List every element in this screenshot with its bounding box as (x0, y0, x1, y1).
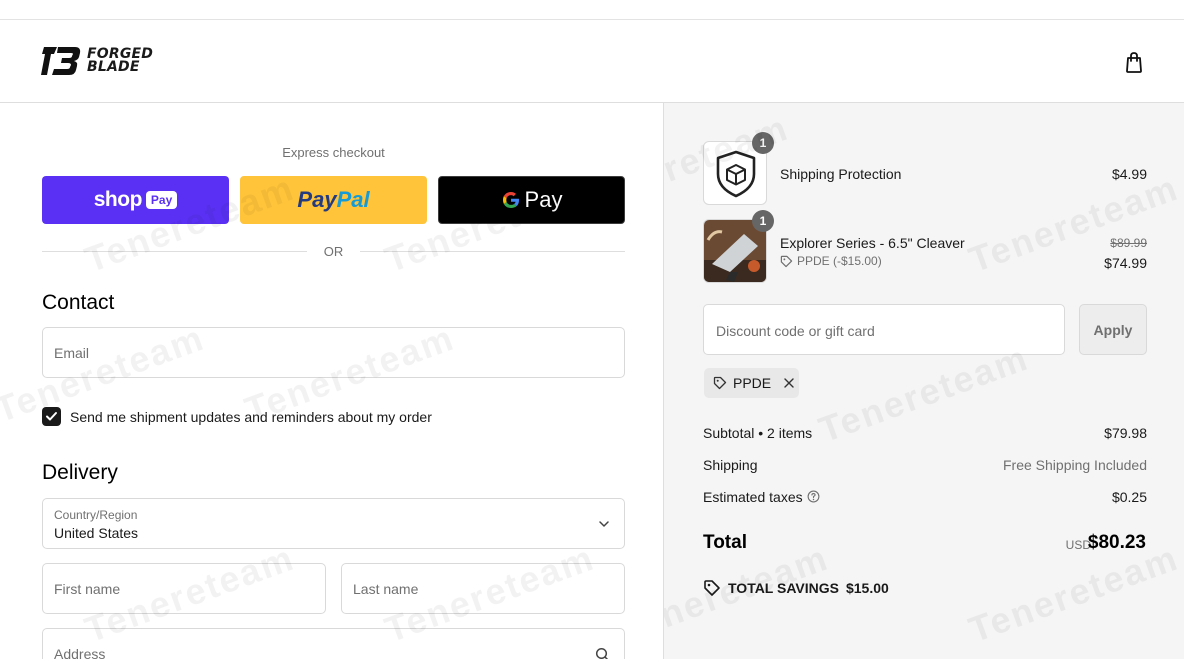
quantity-badge: 1 (752, 132, 774, 154)
or-text: OR (323, 244, 344, 259)
google-pay-label: Pay (524, 187, 563, 212)
last-name-field[interactable]: Last name (341, 563, 625, 614)
paypal-button[interactable]: PayPal (240, 176, 427, 224)
checkout-form: Express checkout shop Pay PayPal Pay OR … (0, 103, 663, 659)
brand-wordmark: FORGED BLADE (87, 47, 153, 75)
email-field[interactable]: Email (42, 327, 625, 378)
shopping-bag-icon[interactable] (1123, 50, 1145, 74)
applied-discount-code: PPDE (733, 375, 772, 391)
last-name-placeholder: Last name (353, 581, 419, 597)
marketing-checkbox-label: Send me shipment updates and reminders a… (70, 409, 432, 425)
item-name: Shipping Protection (780, 166, 902, 182)
subtotal-value: $79.98 (1104, 425, 1147, 441)
applied-discount-chip: PPDE (704, 368, 799, 398)
country-label: Country/Region (54, 508, 138, 522)
chevron-down-icon (599, 521, 609, 527)
item-discount-text: PPDE (-$15.00) (797, 254, 882, 268)
subtotal-label: Subtotal • 2 items (703, 425, 813, 441)
google-pay-button[interactable]: Pay (438, 176, 625, 224)
marketing-checkbox[interactable] (42, 407, 61, 426)
address-placeholder: Address (54, 646, 106, 659)
shop-pay-button[interactable]: shop Pay (42, 176, 229, 224)
contact-heading: Contact (42, 291, 115, 314)
paypal-wordmark: PayPal (297, 187, 369, 213)
savings-tag-icon (704, 580, 720, 596)
savings-label: TOTAL SAVINGS (728, 580, 839, 596)
item-name: Explorer Series - 6.5" Cleaver (780, 235, 965, 251)
tag-icon (713, 376, 727, 390)
delivery-heading: Delivery (42, 461, 118, 484)
close-icon[interactable] (783, 377, 795, 389)
taxes-row: Estimated taxes $0.25 (703, 489, 1147, 505)
item-price: $4.99 (1111, 166, 1147, 182)
email-placeholder: Email (54, 345, 90, 361)
total-value: $80.23 (1087, 532, 1146, 553)
paypal-word-b: Pal (336, 187, 370, 212)
or-divider: OR (42, 243, 625, 261)
google-pay-wordmark: Pay (501, 187, 563, 213)
brand-line-2: BLADE (87, 59, 140, 75)
item-compare-price: $89.99 (1110, 236, 1147, 250)
shop-pay-badge: Pay (145, 191, 178, 209)
quantity-badge: 1 (752, 210, 774, 232)
shipping-label: Shipping (703, 457, 758, 473)
forged-blade-logo-icon (41, 47, 81, 75)
watermark: Tenereteam (963, 536, 1184, 651)
google-g-icon (502, 192, 519, 208)
savings-value: $15.00 (845, 580, 889, 596)
discount-code-input[interactable]: Discount code or gift card (703, 304, 1065, 355)
first-name-field[interactable]: First name (42, 563, 326, 614)
first-name-placeholder: First name (54, 581, 121, 597)
subtotal-row: Subtotal • 2 items $79.98 (703, 425, 1147, 441)
order-summary: 1 Shipping Protection $4.99 1 Explorer S… (663, 103, 1184, 659)
shipping-row: Shipping Free Shipping Included (703, 457, 1147, 473)
express-checkout-label: Express checkout (282, 145, 385, 160)
discount-placeholder: Discount code or gift card (716, 323, 875, 339)
search-icon (595, 647, 609, 659)
checkmark-icon (46, 412, 57, 421)
country-value: United States (54, 525, 139, 541)
item-price: $74.99 (1104, 255, 1147, 271)
taxes-value: $0.25 (1111, 489, 1147, 505)
shop-pay-wordmark: shop (93, 188, 143, 211)
apply-discount-button[interactable]: Apply (1079, 304, 1147, 355)
cart-line-item: 1 Shipping Protection $4.99 (703, 132, 1147, 205)
address-field[interactable]: Address (42, 628, 625, 659)
cart-line-item: 1 Explorer Series - 6.5" Cleaver $89.99 … (703, 210, 1147, 283)
tag-icon (780, 255, 793, 267)
taxes-label: Estimated taxes (703, 489, 803, 505)
item-discount: PPDE (-$15.00) (780, 254, 882, 268)
top-strip (0, 0, 1184, 20)
paypal-word-a: Pay (297, 187, 337, 212)
shipping-value: Free Shipping Included (1003, 457, 1147, 473)
site-header: FORGED BLADE (0, 20, 1184, 103)
country-select[interactable]: Country/Region United States (42, 498, 625, 549)
total-label: Total (703, 532, 747, 553)
brand-logo[interactable]: FORGED BLADE (41, 41, 153, 81)
total-savings: TOTAL SAVINGS $15.00 (703, 579, 889, 597)
help-circle-icon[interactable] (807, 490, 820, 503)
